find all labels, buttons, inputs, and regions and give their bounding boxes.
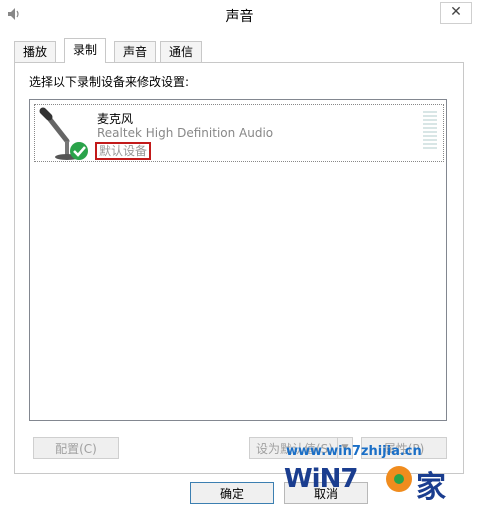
status-badge: 默认设备 bbox=[95, 142, 152, 160]
configure-button[interactable]: 配置(C) bbox=[33, 437, 119, 459]
window-title: 声音 bbox=[225, 9, 254, 25]
recording-panel: 选择以下录制设备来修改设置: 麦克风 Realtek High Definiti… bbox=[14, 62, 464, 474]
microphone-icon bbox=[39, 107, 88, 160]
device-row[interactable]: 麦克风 Realtek High Definition Audio 默认设备 bbox=[34, 104, 444, 162]
watermark-url: www.win7zhijia.cn bbox=[286, 444, 422, 459]
tab-bar: 播放 录制 声音 通信 bbox=[14, 38, 464, 64]
device-driver: Realtek High Definition Audio bbox=[97, 126, 274, 140]
check-icon bbox=[70, 142, 88, 160]
tab-recording[interactable]: 录制 bbox=[64, 38, 107, 63]
watermark-char: 家 bbox=[416, 470, 446, 505]
watermark-orb-inner-icon bbox=[394, 474, 404, 484]
tab-sounds[interactable]: 声音 bbox=[114, 41, 157, 62]
watermark-brand: WiN7 bbox=[284, 464, 358, 494]
tab-communications[interactable]: 通信 bbox=[160, 41, 203, 62]
device-name: 麦克风 bbox=[97, 112, 134, 126]
level-meter bbox=[423, 111, 437, 153]
tab-playback[interactable]: 播放 bbox=[14, 41, 57, 62]
device-list[interactable]: 麦克风 Realtek High Definition Audio 默认设备 bbox=[29, 99, 447, 421]
instruction-label: 选择以下录制设备来修改设置: bbox=[29, 75, 190, 89]
close-button[interactable]: ✕ bbox=[440, 2, 472, 24]
watermark-logo: www.win7zhijia.cn WiN7 家 bbox=[282, 444, 478, 506]
title-bar: 声音 ✕ bbox=[0, 0, 479, 30]
ok-button[interactable]: 确定 bbox=[190, 482, 274, 504]
